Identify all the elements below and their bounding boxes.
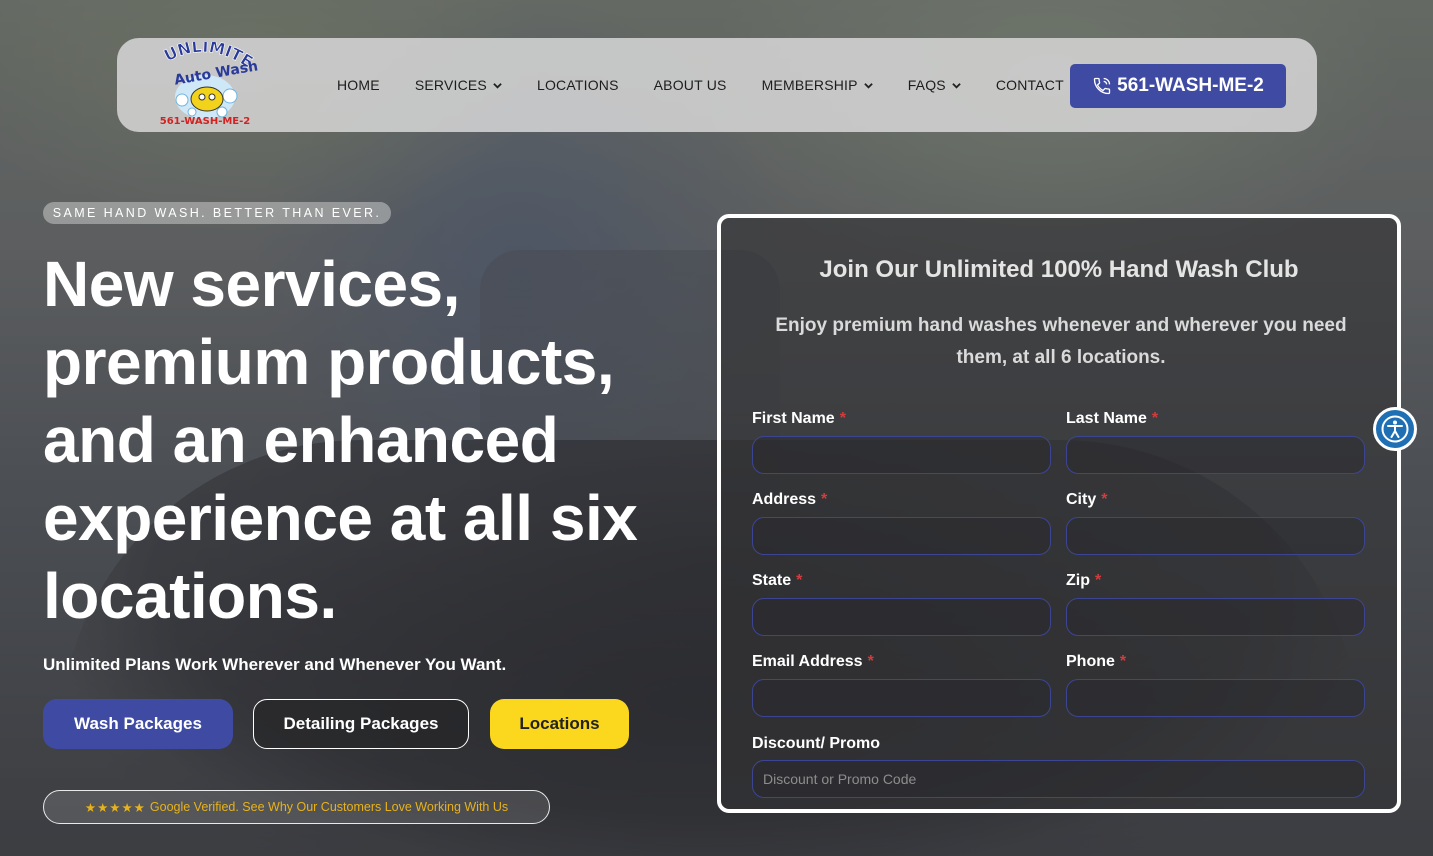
state-input[interactable] <box>753 599 1050 635</box>
locations-button[interactable]: Locations <box>490 699 629 749</box>
address-label: Address * <box>752 491 828 508</box>
phone-icon <box>1093 77 1111 95</box>
zip-input[interactable] <box>1067 599 1364 635</box>
accessibility-icon <box>1381 415 1409 443</box>
detailing-packages-button[interactable]: Detailing Packages <box>253 699 469 749</box>
state-label: State * <box>752 572 803 589</box>
accessibility-button[interactable] <box>1373 407 1417 451</box>
nav-contact[interactable]: CONTACT <box>996 77 1064 93</box>
chevron-down-icon <box>863 82 873 89</box>
last-name-input[interactable] <box>1067 437 1364 473</box>
nav-faqs[interactable]: FAQS <box>908 77 961 93</box>
email-input[interactable] <box>753 680 1050 716</box>
promo-input[interactable] <box>753 761 1364 797</box>
first-name-input[interactable] <box>753 437 1050 473</box>
city-field[interactable] <box>1066 517 1365 555</box>
form-title: Join Our Unlimited 100% Hand Wash Club <box>819 256 1299 283</box>
star-rating-icon: ★★★★★ <box>84 800 146 815</box>
google-reviews-link[interactable]: ★★★★★ Google Verified. See Why Our Custo… <box>43 790 550 824</box>
nav-about-us[interactable]: ABOUT US <box>654 77 727 93</box>
form-description: Enjoy premium hand washes whenever and w… <box>775 315 1347 368</box>
state-field[interactable] <box>752 598 1051 636</box>
svg-text:561-WASH-ME-2: 561-WASH-ME-2 <box>160 116 251 127</box>
zip-field[interactable] <box>1066 598 1365 636</box>
first-name-field[interactable] <box>752 436 1051 474</box>
chevron-down-icon <box>493 82 502 89</box>
city-label: City * <box>1066 491 1108 508</box>
phone-input[interactable] <box>1067 680 1364 716</box>
chevron-down-icon <box>952 82 961 89</box>
brand-logo[interactable]: UNLIMITED Auto Wash 561-WASH-ME-2 <box>145 27 259 128</box>
hero-tagline: SAME HAND WASH. BETTER THAN EVER. <box>43 202 391 224</box>
nav-home[interactable]: HOME <box>337 77 380 93</box>
email-field[interactable] <box>752 679 1051 717</box>
zip-label: Zip * <box>1066 572 1102 589</box>
promo-label: Discount/ Promo <box>752 735 881 752</box>
call-phone-button[interactable]: 561-WASH-ME-2 <box>1070 64 1286 108</box>
phone-field[interactable] <box>1066 679 1365 717</box>
nav-locations[interactable]: LOCATIONS <box>537 77 619 93</box>
nav-menu: HOME SERVICES LOCATIONS ABOUT US MEMBERS… <box>337 38 1099 132</box>
main-navigation: UNLIMITED Auto Wash 561-WASH-ME-2 HOME S… <box>117 27 1317 132</box>
membership-signup-form: Join Our Unlimited 100% Hand Wash Club E… <box>717 214 1401 813</box>
hero-headline: New services, premium products, and an e… <box>43 248 638 632</box>
last-name-field[interactable] <box>1066 436 1365 474</box>
nav-services[interactable]: SERVICES <box>415 77 502 93</box>
nav-membership[interactable]: MEMBERSHIP <box>762 77 873 93</box>
wash-packages-button[interactable]: Wash Packages <box>43 699 233 749</box>
city-input[interactable] <box>1067 518 1364 554</box>
first-name-label: First Name * <box>752 410 846 427</box>
phone-label: Phone * <box>1066 653 1127 670</box>
address-field[interactable] <box>752 517 1051 555</box>
email-label: Email Address * <box>752 653 874 670</box>
hero-subline: Unlimited Plans Work Wherever and Whenev… <box>43 655 507 674</box>
address-input[interactable] <box>753 518 1050 554</box>
last-name-label: Last Name * <box>1066 410 1159 427</box>
promo-field[interactable] <box>752 760 1365 798</box>
